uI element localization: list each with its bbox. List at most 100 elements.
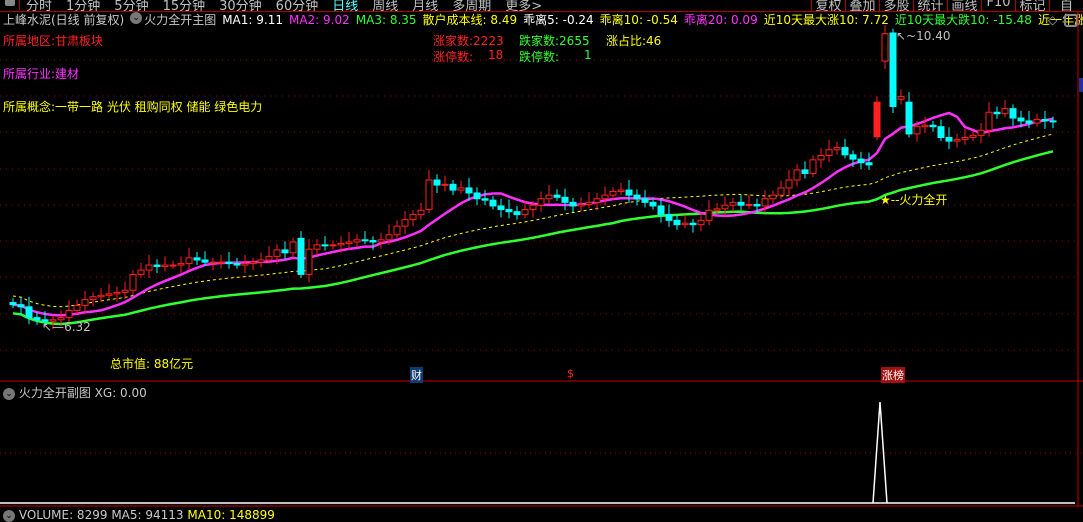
up-count: 涨家数:2223 <box>433 34 504 48</box>
candle-body <box>9 302 17 306</box>
volume-toggle-icon[interactable]: ⌄ <box>3 509 15 522</box>
volume-legend: ⌄ VOLUME: 8299 MA5: 94113 MA10: 148899 <box>3 508 275 522</box>
sub-chart-title[interactable]: 火力全开副图 <box>19 386 91 400</box>
candle-body <box>401 219 409 227</box>
down-count: 跌家数:2655 <box>519 34 590 48</box>
candle-body <box>689 222 697 226</box>
candle-body <box>425 179 433 211</box>
candle-body <box>969 134 977 138</box>
candle-body <box>1041 118 1049 122</box>
candle-body <box>553 194 561 198</box>
candle-body <box>841 147 849 156</box>
candle-body <box>617 189 625 193</box>
candle-body <box>649 201 657 207</box>
candle-body <box>729 201 737 206</box>
candle-body <box>377 239 385 243</box>
candle-body <box>201 259 209 263</box>
top-gainer-marker[interactable]: 涨榜 <box>881 367 905 383</box>
region-label: 所属地区:甘肃板块 <box>3 34 104 48</box>
candle-body <box>193 257 201 261</box>
candle-body <box>761 198 769 207</box>
candle-body <box>129 273 137 291</box>
candle-body <box>185 257 193 265</box>
candle-body <box>361 239 369 242</box>
candle-body <box>329 244 337 247</box>
candle-body <box>209 261 217 264</box>
candle-body <box>305 248 313 275</box>
candle-body <box>369 240 377 243</box>
candle-body <box>409 214 417 221</box>
candle-body <box>857 158 865 164</box>
ma3-line <box>12 150 1054 326</box>
candle-body <box>393 225 401 236</box>
candle-body <box>1001 108 1009 115</box>
candle-body <box>385 234 393 241</box>
candlestick-chart[interactable] <box>0 0 1083 515</box>
candle-body <box>25 306 33 319</box>
xg-signal-line <box>0 401 1075 504</box>
candle-body <box>977 129 985 136</box>
candle-body <box>65 309 73 319</box>
candle-body <box>449 183 457 191</box>
candle-body <box>233 263 241 266</box>
candle-body <box>897 95 905 100</box>
candle-body <box>849 154 857 160</box>
candle-body <box>321 244 329 247</box>
candle-body <box>313 244 321 250</box>
candle-body <box>113 291 121 295</box>
high-price-value: 10.40 <box>916 29 951 43</box>
finance-marker[interactable]: 财 <box>410 367 423 383</box>
candle-body <box>257 259 265 263</box>
candle-body <box>273 249 281 257</box>
candle-body <box>1017 117 1025 122</box>
sub-toggle-icon[interactable]: ⌄ <box>3 387 15 400</box>
candle-body <box>593 198 601 203</box>
candle-body <box>985 111 993 131</box>
candle-body <box>217 261 225 264</box>
candle-body <box>345 241 353 244</box>
candle-body <box>137 269 145 275</box>
candle-body <box>1049 120 1057 123</box>
candle-body <box>921 124 929 128</box>
scrollbar <box>1079 78 1083 92</box>
candle-body <box>281 249 289 254</box>
up-ratio: 涨占比:46 <box>606 34 662 48</box>
candle-body <box>881 33 889 62</box>
candle-body <box>721 204 729 210</box>
candle-body <box>705 209 713 221</box>
low-price-label: ↖—6.32 <box>42 320 91 334</box>
candle-body <box>297 237 305 275</box>
volume-ma5: MA5: 94113 <box>111 508 184 522</box>
candle-body <box>105 293 113 296</box>
candle-body <box>625 189 633 196</box>
candle-body <box>873 101 881 138</box>
signal-label: ★--火力全开 <box>880 193 948 207</box>
candle-body <box>753 204 761 207</box>
dividend-marker[interactable]: $ <box>566 367 575 380</box>
candle-body <box>865 162 873 166</box>
candle-body <box>777 187 785 196</box>
candle-body <box>577 204 585 207</box>
candle-body <box>169 264 177 267</box>
xg-value: XG: 0.00 <box>94 386 147 400</box>
candle-body <box>665 214 673 221</box>
limit-up-label: 涨停数: <box>433 50 474 64</box>
candle-body <box>249 261 257 265</box>
candle-body <box>537 198 545 206</box>
candle-body <box>73 304 81 311</box>
candle-body <box>433 179 441 186</box>
volume-value: VOLUME: 8299 <box>18 508 108 522</box>
candle-body <box>953 139 961 142</box>
market-cap: 总市值: 88亿元 <box>110 357 194 371</box>
candle-body <box>473 192 481 200</box>
candle-body <box>521 209 529 216</box>
candle-body <box>745 204 753 206</box>
candle-body <box>769 194 777 200</box>
candle-body <box>585 201 593 206</box>
candle-body <box>905 101 913 135</box>
candle-body <box>1009 108 1017 119</box>
candle-body <box>17 304 25 308</box>
candle-body <box>641 198 649 203</box>
candle-body <box>673 219 681 226</box>
candle-body <box>337 242 345 246</box>
